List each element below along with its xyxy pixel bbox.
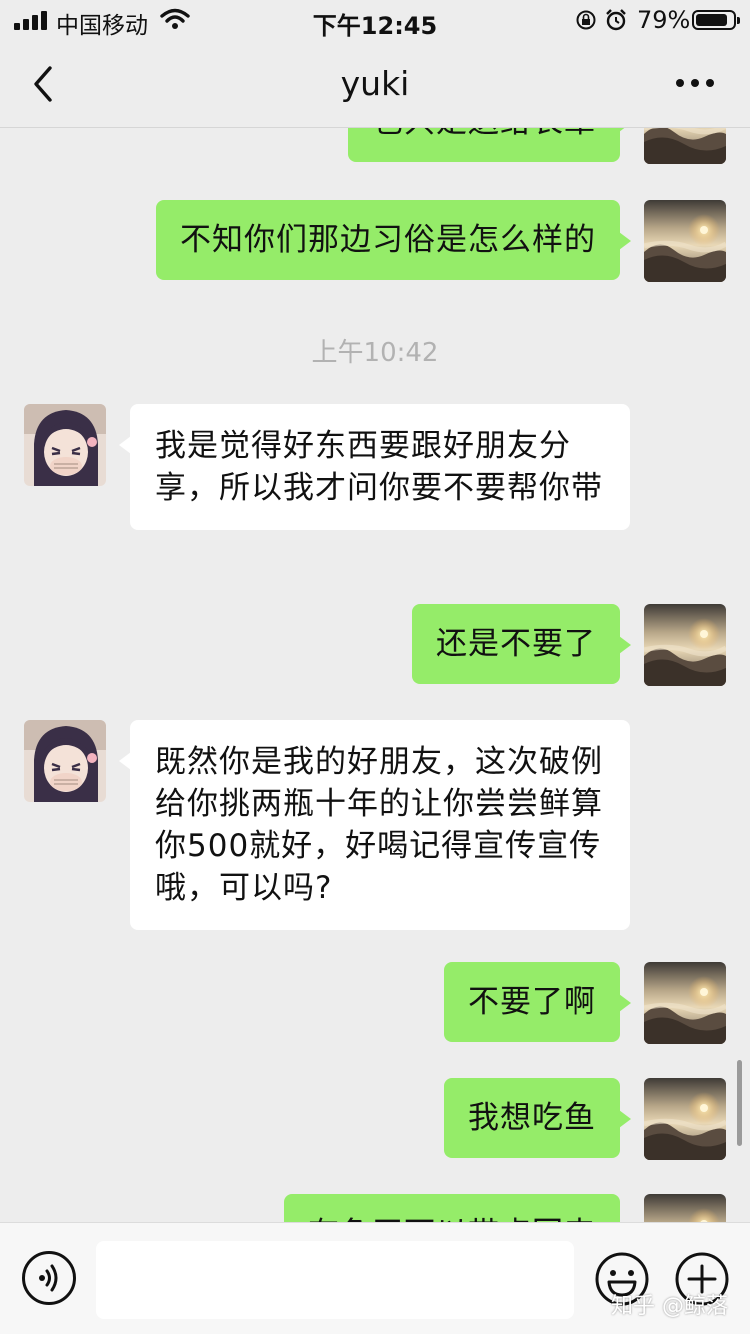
contact-avatar[interactable]: [24, 404, 106, 486]
my-avatar[interactable]: [644, 128, 726, 164]
status-bar: 中国移动 下午12:45 79%: [0, 0, 750, 40]
battery-icon: [692, 10, 740, 30]
watermark: 知乎 @鲸落: [611, 1294, 728, 1319]
chat-title: yuki: [340, 64, 410, 103]
message-list[interactable]: 也只是送给长辈 不知你们那边习俗是怎么样的 上午10:42 我是觉得好东西要跟好…: [0, 128, 750, 1222]
rotation-lock-icon: [576, 10, 596, 30]
battery-percent: 79%: [637, 6, 691, 34]
outgoing-message[interactable]: 不要了啊: [444, 962, 631, 1042]
my-avatar[interactable]: [644, 962, 726, 1044]
outgoing-message[interactable]: 还是不要了: [412, 604, 631, 684]
outgoing-message[interactable]: 有鱼干可以带点回来: [284, 1194, 620, 1222]
voice-button[interactable]: [22, 1251, 76, 1305]
incoming-message[interactable]: 既然你是我的好朋友，这次破例给你挑两瓶十年的让你尝尝鲜算你500就好，好喝记得宣…: [119, 720, 630, 930]
outgoing-message[interactable]: 我想吃鱼: [444, 1078, 631, 1158]
my-avatar[interactable]: [644, 604, 726, 686]
outgoing-message[interactable]: 也只是送给长辈: [348, 128, 631, 162]
more-options-button[interactable]: [670, 68, 720, 98]
alarm-icon: [606, 9, 626, 31]
my-avatar[interactable]: [644, 1194, 726, 1222]
chat-header: yuki: [0, 40, 750, 128]
contact-avatar[interactable]: [24, 720, 106, 802]
incoming-message[interactable]: 我是觉得好东西要跟好朋友分享，所以我才问你要不要帮你带: [119, 404, 630, 530]
my-avatar[interactable]: [644, 1078, 726, 1160]
scrollbar[interactable]: [737, 1060, 742, 1146]
message-input[interactable]: [96, 1241, 574, 1319]
outgoing-message[interactable]: 不知你们那边习俗是怎么样的: [156, 200, 631, 280]
message-timestamp: 上午10:42: [311, 338, 439, 368]
voice-icon: [39, 1264, 58, 1292]
my-avatar[interactable]: [644, 200, 726, 282]
